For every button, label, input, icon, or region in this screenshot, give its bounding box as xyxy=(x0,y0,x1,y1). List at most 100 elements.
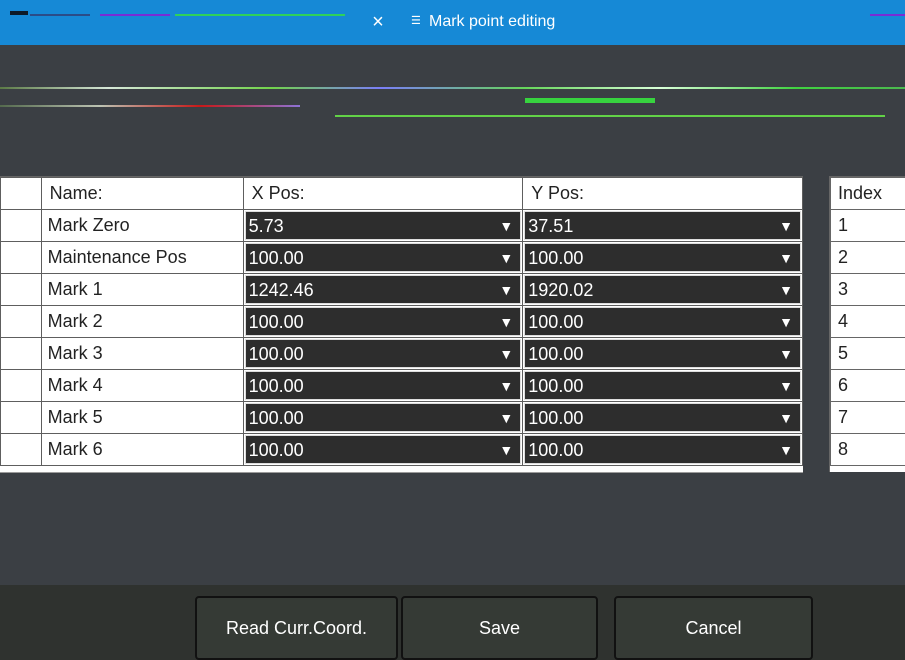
table-row[interactable]: Mark 2 100.00 ▼ 100.00 ▼ xyxy=(0,305,803,338)
y-pos-cell[interactable]: 1920.02 ▼ xyxy=(522,273,803,306)
table-row[interactable]: Mark 3 100.00 ▼ 100.00 ▼ xyxy=(0,337,803,370)
index-cell[interactable]: 1 xyxy=(830,209,905,242)
x-pos-cell[interactable]: 100.00 ▼ xyxy=(242,369,524,402)
index-cell[interactable]: 4 xyxy=(830,305,905,338)
index-row[interactable]: 1 xyxy=(830,209,905,242)
y-pos-value: 100.00 xyxy=(528,312,584,332)
y-pos-combobox[interactable]: 100.00 ▼ xyxy=(524,435,801,464)
x-pos-value: 100.00 xyxy=(248,248,304,268)
row-selector[interactable] xyxy=(0,369,42,402)
table-row[interactable]: Mark 6 100.00 ▼ 100.00 ▼ xyxy=(0,433,803,466)
x-pos-combobox[interactable]: 100.00 ▼ xyxy=(244,243,522,272)
dropdown-arrow-icon[interactable]: ▼ xyxy=(499,441,513,459)
mark-name-cell[interactable]: Mark Zero xyxy=(40,209,244,242)
index-cell[interactable]: 5 xyxy=(830,337,905,370)
row-selector[interactable] xyxy=(0,433,42,466)
row-selector[interactable] xyxy=(0,401,42,434)
window-titlebar: × ☰ Mark point editing xyxy=(0,0,905,45)
dropdown-arrow-icon[interactable]: ▼ xyxy=(779,217,793,235)
y-pos-combobox[interactable]: 37.51 ▼ xyxy=(524,211,801,240)
index-row[interactable]: 6 xyxy=(830,369,905,402)
mark-name-cell[interactable]: Maintenance Pos xyxy=(40,241,244,274)
row-selector[interactable] xyxy=(0,273,42,306)
dropdown-arrow-icon[interactable]: ▼ xyxy=(499,313,513,331)
y-pos-combobox[interactable]: 100.00 ▼ xyxy=(524,403,801,432)
window-title: Mark point editing xyxy=(429,13,556,30)
index-row[interactable]: 3 xyxy=(830,273,905,306)
index-header-row: Index xyxy=(830,177,905,210)
x-pos-combobox[interactable]: 100.00 ▼ xyxy=(244,339,522,368)
mark-name-cell[interactable]: Mark 3 xyxy=(40,337,244,370)
index-row[interactable]: 8 xyxy=(830,433,905,466)
save-button[interactable]: Save xyxy=(401,596,598,660)
mark-name-cell[interactable]: Mark 2 xyxy=(40,305,244,338)
x-pos-cell[interactable]: 100.00 ▼ xyxy=(242,241,524,274)
row-selector[interactable] xyxy=(0,209,42,242)
index-row[interactable]: 2 xyxy=(830,241,905,274)
dropdown-arrow-icon[interactable]: ▼ xyxy=(499,345,513,363)
dropdown-arrow-icon[interactable]: ▼ xyxy=(779,249,793,267)
y-pos-combobox[interactable]: 100.00 ▼ xyxy=(524,307,801,336)
y-pos-combobox[interactable]: 100.00 ▼ xyxy=(524,371,801,400)
y-pos-combobox[interactable]: 1920.02 ▼ xyxy=(524,275,801,304)
x-pos-cell[interactable]: 100.00 ▼ xyxy=(242,401,524,434)
y-pos-combobox[interactable]: 100.00 ▼ xyxy=(524,243,801,272)
x-pos-combobox[interactable]: 100.00 ▼ xyxy=(244,371,522,400)
table-row[interactable]: Mark 1 1242.46 ▼ 1920.02 ▼ xyxy=(0,273,803,306)
x-pos-combobox[interactable]: 5.73 ▼ xyxy=(244,211,522,240)
y-pos-value: 100.00 xyxy=(528,248,584,268)
index-cell[interactable]: 3 xyxy=(830,273,905,306)
mark-name-cell[interactable]: Mark 6 xyxy=(40,433,244,466)
mark-name-cell[interactable]: Mark 1 xyxy=(40,273,244,306)
table-row[interactable]: Mark Zero 5.73 ▼ 37.51 ▼ xyxy=(0,209,803,242)
table-row[interactable]: Mark 5 100.00 ▼ 100.00 ▼ xyxy=(0,401,803,434)
dropdown-arrow-icon[interactable]: ▼ xyxy=(779,313,793,331)
index-row[interactable]: 7 xyxy=(830,401,905,434)
index-cell[interactable]: 8 xyxy=(830,433,905,466)
dropdown-arrow-icon[interactable]: ▼ xyxy=(779,409,793,427)
cancel-button[interactable]: Cancel xyxy=(614,596,813,660)
x-pos-combobox[interactable]: 1242.46 ▼ xyxy=(244,275,522,304)
y-pos-cell[interactable]: 100.00 ▼ xyxy=(522,241,803,274)
table-row[interactable]: Maintenance Pos 100.00 ▼ 100.00 ▼ xyxy=(0,241,803,274)
x-pos-cell[interactable]: 1242.46 ▼ xyxy=(242,273,524,306)
x-pos-value: 100.00 xyxy=(248,312,304,332)
index-cell[interactable]: 2 xyxy=(830,241,905,274)
y-pos-cell[interactable]: 100.00 ▼ xyxy=(522,401,803,434)
x-pos-combobox[interactable]: 100.00 ▼ xyxy=(244,435,522,464)
index-row[interactable]: 5 xyxy=(830,337,905,370)
x-pos-cell[interactable]: 100.00 ▼ xyxy=(242,433,524,466)
y-pos-cell[interactable]: 100.00 ▼ xyxy=(522,305,803,338)
row-selector[interactable] xyxy=(0,241,42,274)
read-current-coord-button[interactable]: Read Curr.Coord. xyxy=(195,596,398,660)
index-row[interactable]: 4 xyxy=(830,305,905,338)
y-pos-cell[interactable]: 100.00 ▼ xyxy=(522,433,803,466)
dropdown-arrow-icon[interactable]: ▼ xyxy=(499,249,513,267)
table-row[interactable]: Mark 4 100.00 ▼ 100.00 ▼ xyxy=(0,369,803,402)
mark-name-cell[interactable]: Mark 4 xyxy=(40,369,244,402)
dropdown-arrow-icon[interactable]: ▼ xyxy=(499,409,513,427)
index-cell[interactable]: 6 xyxy=(830,369,905,402)
y-pos-cell[interactable]: 100.00 ▼ xyxy=(522,369,803,402)
x-pos-combobox[interactable]: 100.00 ▼ xyxy=(244,307,522,336)
index-cell[interactable]: 7 xyxy=(830,401,905,434)
mark-name-cell[interactable]: Mark 5 xyxy=(40,401,244,434)
x-pos-cell[interactable]: 5.73 ▼ xyxy=(242,209,524,242)
dropdown-arrow-icon[interactable]: ▼ xyxy=(779,441,793,459)
close-button[interactable]: × xyxy=(364,8,392,36)
x-pos-cell[interactable]: 100.00 ▼ xyxy=(242,305,524,338)
row-selector[interactable] xyxy=(0,337,42,370)
x-pos-cell[interactable]: 100.00 ▼ xyxy=(242,337,524,370)
dropdown-arrow-icon[interactable]: ▼ xyxy=(779,377,793,395)
y-pos-cell[interactable]: 37.51 ▼ xyxy=(522,209,803,242)
x-pos-combobox[interactable]: 100.00 ▼ xyxy=(244,403,522,432)
dropdown-arrow-icon[interactable]: ▼ xyxy=(499,377,513,395)
y-pos-cell[interactable]: 100.00 ▼ xyxy=(522,337,803,370)
dropdown-arrow-icon[interactable]: ▼ xyxy=(779,281,793,299)
y-pos-combobox[interactable]: 100.00 ▼ xyxy=(524,339,801,368)
dropdown-arrow-icon[interactable]: ▼ xyxy=(499,281,513,299)
y-pos-value: 100.00 xyxy=(528,376,584,396)
row-selector[interactable] xyxy=(0,305,42,338)
dropdown-arrow-icon[interactable]: ▼ xyxy=(779,345,793,363)
dropdown-arrow-icon[interactable]: ▼ xyxy=(499,217,513,235)
